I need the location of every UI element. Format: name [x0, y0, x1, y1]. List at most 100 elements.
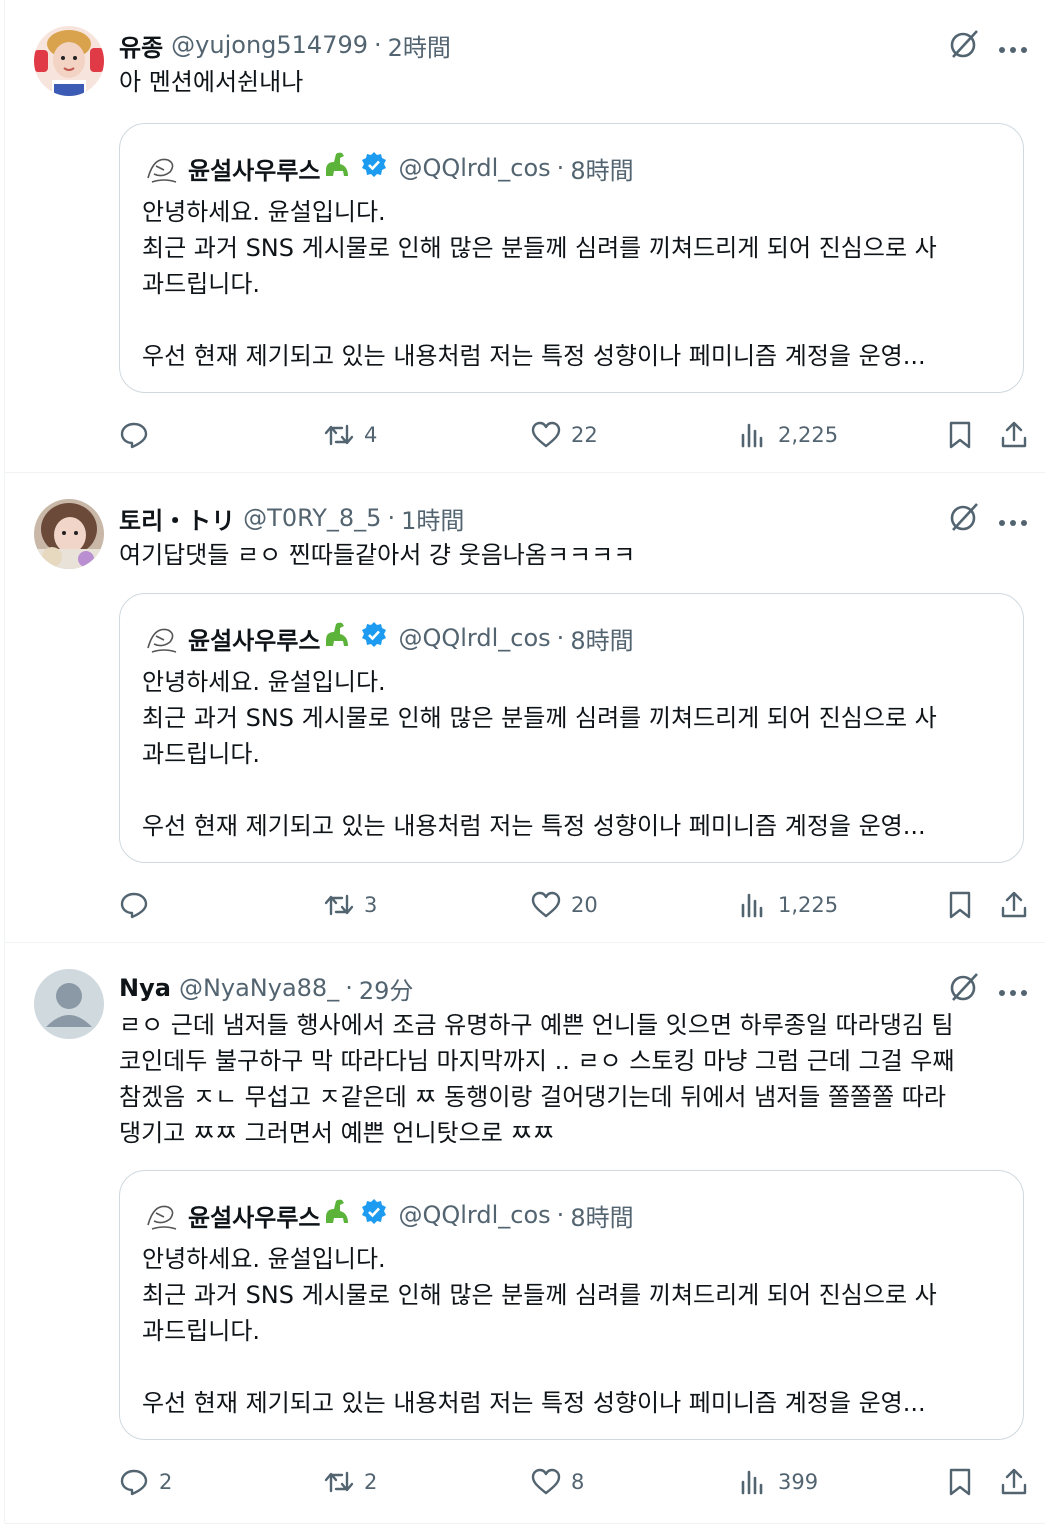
- quote-text: 안녕하세요. 윤설입니다. 최근 과거 SNS 게시물로 인해 많은 분들께 심…: [142, 1245, 937, 1417]
- bookmark-icon: [949, 891, 971, 919]
- reply-icon: [120, 1469, 148, 1496]
- quote-author-name[interactable]: 윤설사우루스: [188, 621, 320, 656]
- views-button[interactable]: 399: [738, 1462, 818, 1502]
- repost-icon: [324, 424, 354, 446]
- quote-author-name[interactable]: 윤설사우루스: [188, 1198, 320, 1233]
- quote-header: 윤설사우루스 @QQlrdl_cos · 8時間: [142, 1195, 634, 1235]
- action-bar: 3 20 1,225: [119, 885, 1039, 925]
- quote-header: 윤설사우루스 @QQlrdl_cos · 8時間: [142, 618, 634, 658]
- bookmark-icon: [949, 421, 971, 449]
- quote-author-name[interactable]: 윤설사우루스: [188, 151, 320, 186]
- repost-count: 4: [364, 423, 378, 447]
- post-header: 유종 @yujong514799 · 2時間: [119, 28, 451, 62]
- views-icon: [741, 893, 763, 918]
- reply-button[interactable]: 2: [119, 1462, 172, 1502]
- repost-button[interactable]: 2: [324, 1462, 377, 1502]
- author-name[interactable]: 토리・トリ: [119, 501, 235, 536]
- views-icon: [741, 1470, 763, 1495]
- quoted-post[interactable]: 윤설사우루스 @QQlrdl_cos · 8時間 안녕하세요. 윤설입니다. 최…: [119, 123, 1024, 393]
- share-button[interactable]: [999, 885, 1039, 925]
- avatar[interactable]: [34, 26, 104, 96]
- quote-avatar[interactable]: [142, 618, 182, 658]
- post-text: 여기답댓들 ㄹㅇ 찐따들같아서 걍 웃음나옴ㅋㅋㅋㅋ: [119, 541, 636, 569]
- author-name[interactable]: Nya: [119, 974, 171, 1002]
- bookmark-icon: [949, 1468, 971, 1496]
- heart-icon: [531, 891, 561, 918]
- quote-timestamp[interactable]: 8時間: [570, 621, 633, 656]
- views-button[interactable]: 1,225: [738, 885, 838, 925]
- reply-button[interactable]: [119, 415, 159, 455]
- bookmark-button[interactable]: [945, 415, 985, 455]
- dinosaur-emoji: [322, 620, 352, 656]
- quote-avatar[interactable]: [142, 1195, 182, 1235]
- reply-count: 2: [159, 1470, 173, 1494]
- quote-timestamp[interactable]: 8時間: [570, 1198, 633, 1233]
- share-button[interactable]: [999, 415, 1039, 455]
- quote-avatar[interactable]: [142, 148, 182, 188]
- heart-icon: [531, 1468, 561, 1495]
- grok-icon[interactable]: [948, 971, 980, 1003]
- share-icon: [1001, 891, 1027, 918]
- quote-timestamp[interactable]: 8時間: [570, 151, 633, 186]
- avatar[interactable]: [34, 499, 104, 569]
- like-button[interactable]: 20: [531, 885, 598, 925]
- verified-badge-icon: [360, 621, 388, 655]
- dinosaur-emoji: [322, 150, 352, 186]
- post-header: Nya @NyaNya88_ · 29分: [119, 971, 413, 1005]
- like-button[interactable]: 8: [531, 1462, 584, 1502]
- author-handle[interactable]: @NyaNya88_: [179, 974, 339, 1002]
- post-header: 토리・トリ @T0RY_8_5 · 1時間: [119, 501, 464, 535]
- separator: ·: [387, 504, 396, 532]
- quote-text: 안녕하세요. 윤설입니다. 최근 과거 SNS 게시물로 인해 많은 분들께 심…: [142, 198, 937, 370]
- grok-icon[interactable]: [948, 501, 980, 533]
- post[interactable]: Nya @NyaNya88_ · 29分 ㄹㅇ 근데 냄저들 행사에서 조금 유…: [5, 943, 1045, 1524]
- timestamp[interactable]: 2時間: [388, 28, 451, 63]
- quoted-post[interactable]: 윤설사우루스 @QQlrdl_cos · 8時間 안녕하세요. 윤설입니다. 최…: [119, 1170, 1024, 1440]
- more-icon[interactable]: [998, 513, 1028, 526]
- post[interactable]: 토리・トリ @T0RY_8_5 · 1時間 여기답댓들 ㄹㅇ 찐따들같아서 걍 …: [5, 473, 1045, 943]
- reply-icon: [120, 892, 148, 919]
- repost-icon: [324, 894, 354, 916]
- post-text: 아 멘션에서쉰내나: [119, 68, 304, 96]
- grok-icon[interactable]: [948, 28, 980, 60]
- author-handle[interactable]: @T0RY_8_5: [243, 504, 381, 532]
- author-handle[interactable]: @yujong514799: [171, 31, 368, 59]
- reply-button[interactable]: [119, 885, 159, 925]
- bookmark-button[interactable]: [945, 885, 985, 925]
- avatar[interactable]: [34, 969, 104, 1039]
- dinosaur-emoji: [322, 1197, 352, 1233]
- share-icon: [1001, 421, 1027, 448]
- quoted-post[interactable]: 윤설사우루스 @QQlrdl_cos · 8時間 안녕하세요. 윤설입니다. 최…: [119, 593, 1024, 863]
- repost-button[interactable]: 4: [324, 415, 377, 455]
- timeline-feed: 유종 @yujong514799 · 2時間 아 멘션에서쉰내나 윤설사우루스: [4, 0, 1045, 1524]
- action-bar: 2 2 8 399: [119, 1462, 1039, 1502]
- verified-badge-icon: [360, 1198, 388, 1232]
- separator: ·: [556, 154, 565, 182]
- author-name[interactable]: 유종: [119, 28, 163, 63]
- more-icon[interactable]: [998, 983, 1028, 996]
- repost-count: 2: [364, 1470, 378, 1494]
- share-icon: [1001, 1468, 1027, 1495]
- like-button[interactable]: 22: [531, 415, 598, 455]
- repost-button[interactable]: 3: [324, 885, 377, 925]
- quote-author-handle[interactable]: @QQlrdl_cos: [398, 1201, 550, 1229]
- bookmark-button[interactable]: [945, 1462, 985, 1502]
- verified-badge-icon: [360, 151, 388, 185]
- timestamp[interactable]: 1時間: [401, 501, 464, 536]
- heart-icon: [531, 421, 561, 448]
- repost-count: 3: [364, 893, 378, 917]
- separator: ·: [374, 31, 382, 59]
- like-count: 20: [571, 893, 598, 917]
- separator: ·: [345, 974, 353, 1002]
- timestamp[interactable]: 29分: [359, 971, 414, 1006]
- post[interactable]: 유종 @yujong514799 · 2時間 아 멘션에서쉰내나 윤설사우루스: [5, 0, 1045, 473]
- reply-icon: [120, 422, 148, 449]
- views-icon: [741, 423, 763, 448]
- quote-author-handle[interactable]: @QQlrdl_cos: [398, 154, 550, 182]
- quote-author-handle[interactable]: @QQlrdl_cos: [398, 624, 550, 652]
- like-count: 8: [571, 1470, 585, 1494]
- views-button[interactable]: 2,225: [738, 415, 838, 455]
- views-count: 1,225: [778, 893, 839, 917]
- more-icon[interactable]: [998, 40, 1028, 53]
- share-button[interactable]: [999, 1462, 1039, 1502]
